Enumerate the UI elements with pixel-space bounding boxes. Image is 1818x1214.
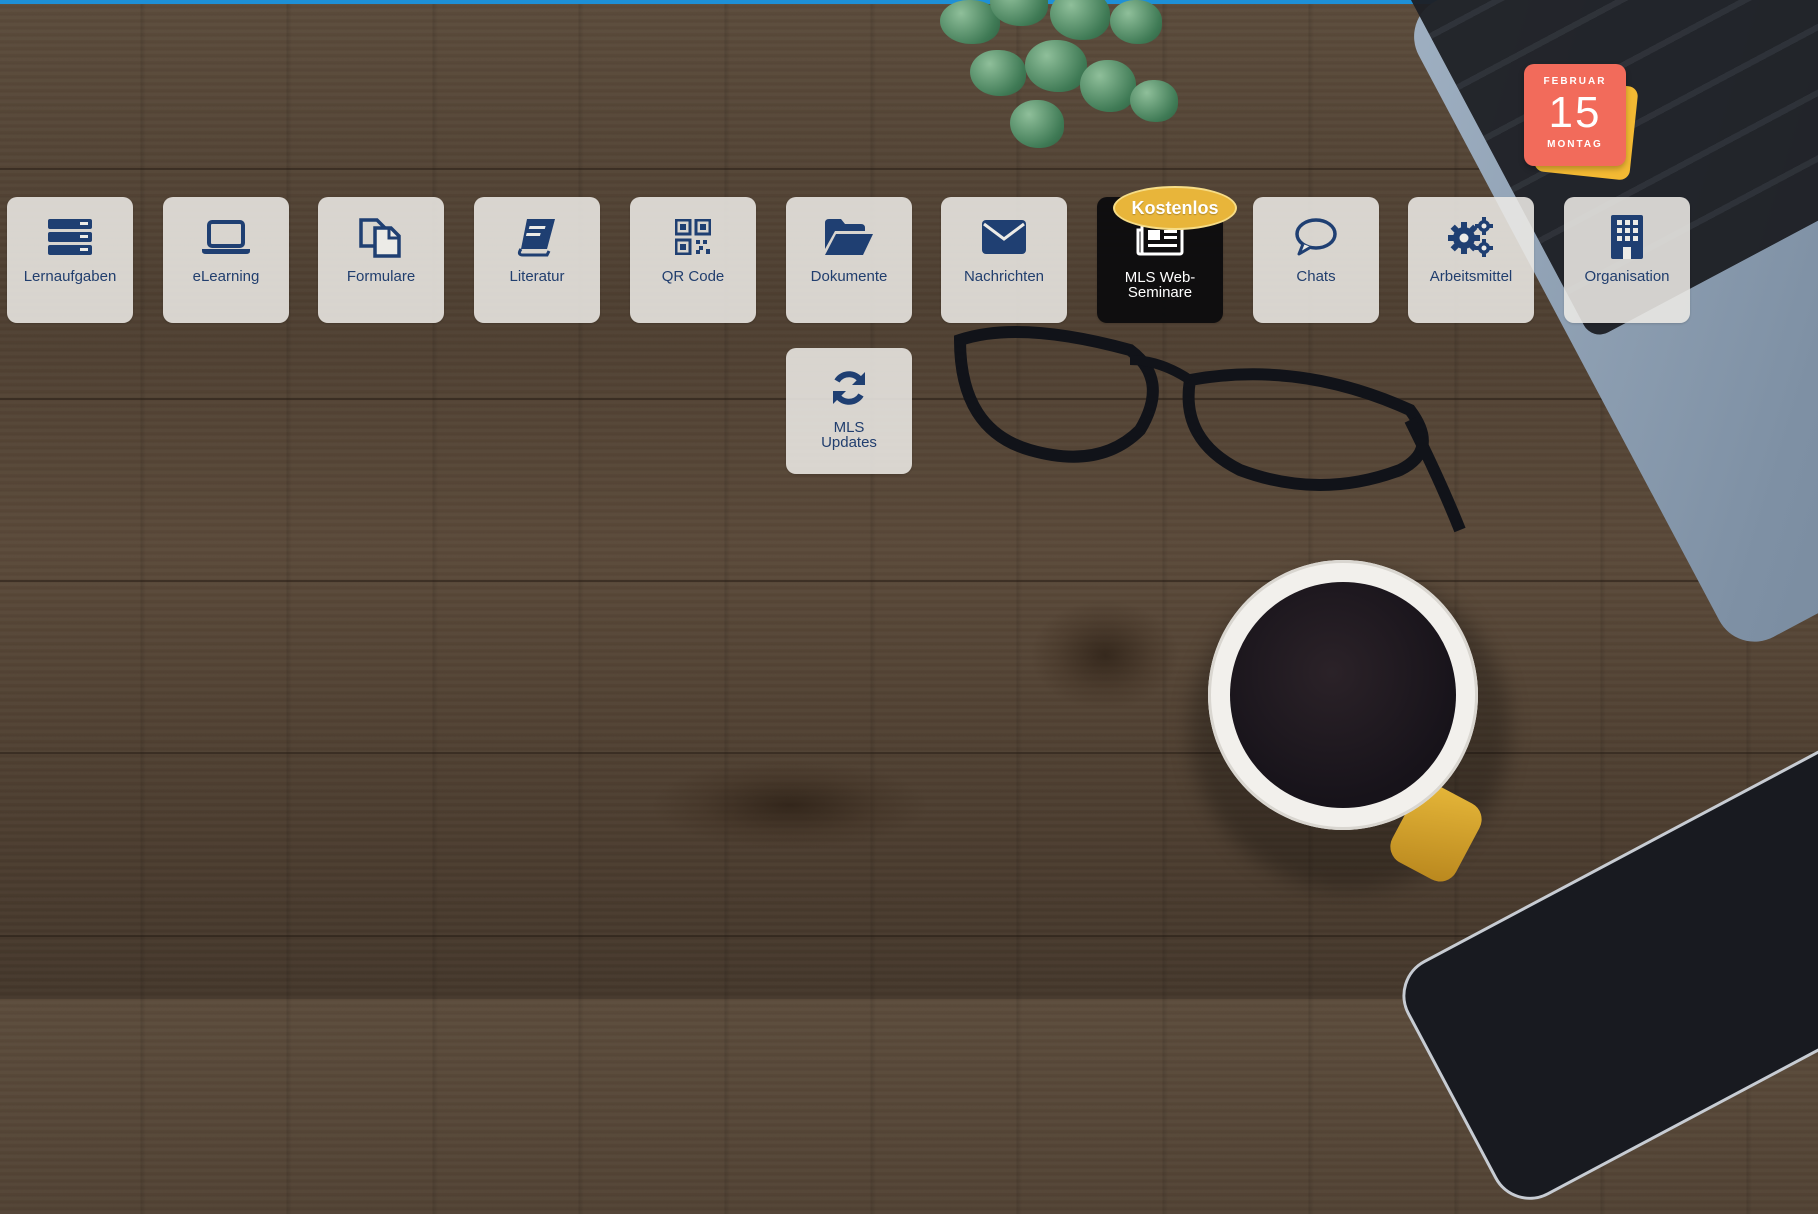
tile-literatur[interactable]: Literatur — [474, 197, 600, 323]
calendar-weekday: MONTAG — [1547, 139, 1603, 150]
tile-label: eLearning — [192, 268, 260, 285]
plank-seam — [0, 580, 1818, 582]
tile-formulare[interactable]: Formulare — [318, 197, 444, 323]
laptop-icon — [202, 215, 250, 259]
calendar-day: 15 — [1548, 88, 1602, 137]
tile-label: Literatur — [509, 268, 565, 285]
tile-label: MLS Web- Seminare — [1124, 269, 1196, 301]
folder-open-icon — [825, 215, 873, 259]
tile-label: Lernaufgaben — [23, 268, 117, 285]
tile-elearning[interactable]: eLearning — [163, 197, 289, 323]
tile-label: Formulare — [346, 268, 416, 285]
tile-label: QR Code — [661, 268, 725, 285]
server-stack-icon — [46, 215, 94, 259]
glasses-decoration — [953, 326, 1466, 533]
copy-documents-icon — [357, 215, 405, 259]
tile-qr-code[interactable]: QR Code — [630, 197, 756, 323]
tile-lernaufgaben[interactable]: Lernaufgaben — [7, 197, 133, 323]
tile-organisation[interactable]: Organisation — [1564, 197, 1690, 323]
wood-knot — [1030, 600, 1180, 710]
tile-label: MLS Updates — [821, 419, 877, 451]
tile-nachrichten[interactable]: Nachrichten — [941, 197, 1067, 323]
tile-label: Arbeitsmittel — [1429, 268, 1513, 285]
envelope-icon — [980, 215, 1028, 259]
building-icon — [1603, 215, 1651, 259]
coffee-cup-decoration — [1208, 560, 1478, 830]
tile-dokumente[interactable]: Dokumente — [786, 197, 912, 323]
qr-code-icon — [669, 215, 717, 259]
tile-label: Chats — [1296, 268, 1336, 285]
plant-decoration — [930, 0, 1260, 180]
gears-icon — [1447, 215, 1495, 259]
wood-knot — [650, 760, 930, 850]
book-icon — [513, 215, 561, 259]
speech-bubble-icon — [1292, 215, 1340, 259]
refresh-icon — [825, 366, 873, 410]
tile-label: Nachrichten — [963, 268, 1045, 285]
tile-label: Dokumente — [810, 268, 888, 285]
tile-mls-updates[interactable]: MLS Updates — [786, 348, 912, 474]
tile-arbeitsmittel[interactable]: Arbeitsmittel — [1408, 197, 1534, 323]
tile-label: Organisation — [1584, 268, 1670, 285]
free-badge: Kostenlos — [1113, 186, 1237, 230]
calendar-widget: FEBRUAR 15 MONTAG — [1524, 64, 1639, 181]
tile-chats[interactable]: Chats — [1253, 197, 1379, 323]
calendar-month: FEBRUAR — [1543, 76, 1607, 87]
plank-seam — [0, 752, 1818, 754]
